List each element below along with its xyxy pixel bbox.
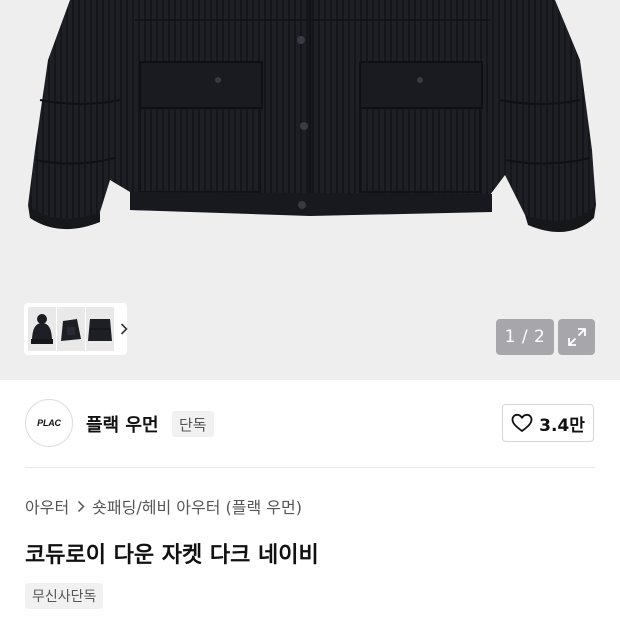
thumbnail-strip[interactable] bbox=[24, 303, 128, 355]
exclusive-tag: 무신사단독 bbox=[25, 583, 104, 609]
thumbnail-beanie[interactable] bbox=[28, 307, 56, 351]
brand-logo[interactable]: PLAC bbox=[25, 399, 73, 447]
brand-name[interactable]: 플랙 우먼 bbox=[86, 411, 159, 437]
like-button[interactable]: 3.4만 bbox=[502, 404, 594, 442]
thumbnail-jacket-side[interactable] bbox=[57, 307, 85, 351]
product-image-gallery[interactable]: 1 / 2 bbox=[0, 0, 620, 380]
like-count: 3.4만 bbox=[539, 415, 585, 436]
thumbnail-jacket-back[interactable] bbox=[86, 307, 114, 351]
breadcrumb-category[interactable]: 아우터 bbox=[25, 494, 69, 518]
breadcrumb: 아우터 숏패딩/헤비 아우터 (플랙 우먼) bbox=[25, 494, 302, 518]
image-counter: 1 / 2 bbox=[496, 319, 554, 355]
brand-exclusive-badge: 단독 bbox=[172, 411, 214, 437]
section-divider bbox=[25, 467, 595, 468]
product-title: 코듀로이 다운 자켓 다크 네이비 bbox=[25, 543, 319, 568]
expand-icon bbox=[567, 328, 586, 346]
expand-button[interactable] bbox=[558, 319, 595, 355]
heart-icon bbox=[511, 413, 533, 432]
breadcrumb-subcategory[interactable]: 숏패딩/헤비 아우터 (플랙 우먼) bbox=[92, 494, 302, 518]
jacket-side-thumbnail-image bbox=[61, 319, 81, 341]
jacket-back-thumbnail-image bbox=[88, 319, 112, 341]
beanie-thumbnail-image bbox=[31, 314, 53, 344]
brand-row: PLAC 플랙 우먼 단독 3.4만 bbox=[0, 380, 620, 468]
chevron-right-icon bbox=[77, 500, 85, 513]
brand-logo-text: PLAC bbox=[37, 418, 61, 428]
chevron-right-icon[interactable] bbox=[120, 322, 128, 336]
